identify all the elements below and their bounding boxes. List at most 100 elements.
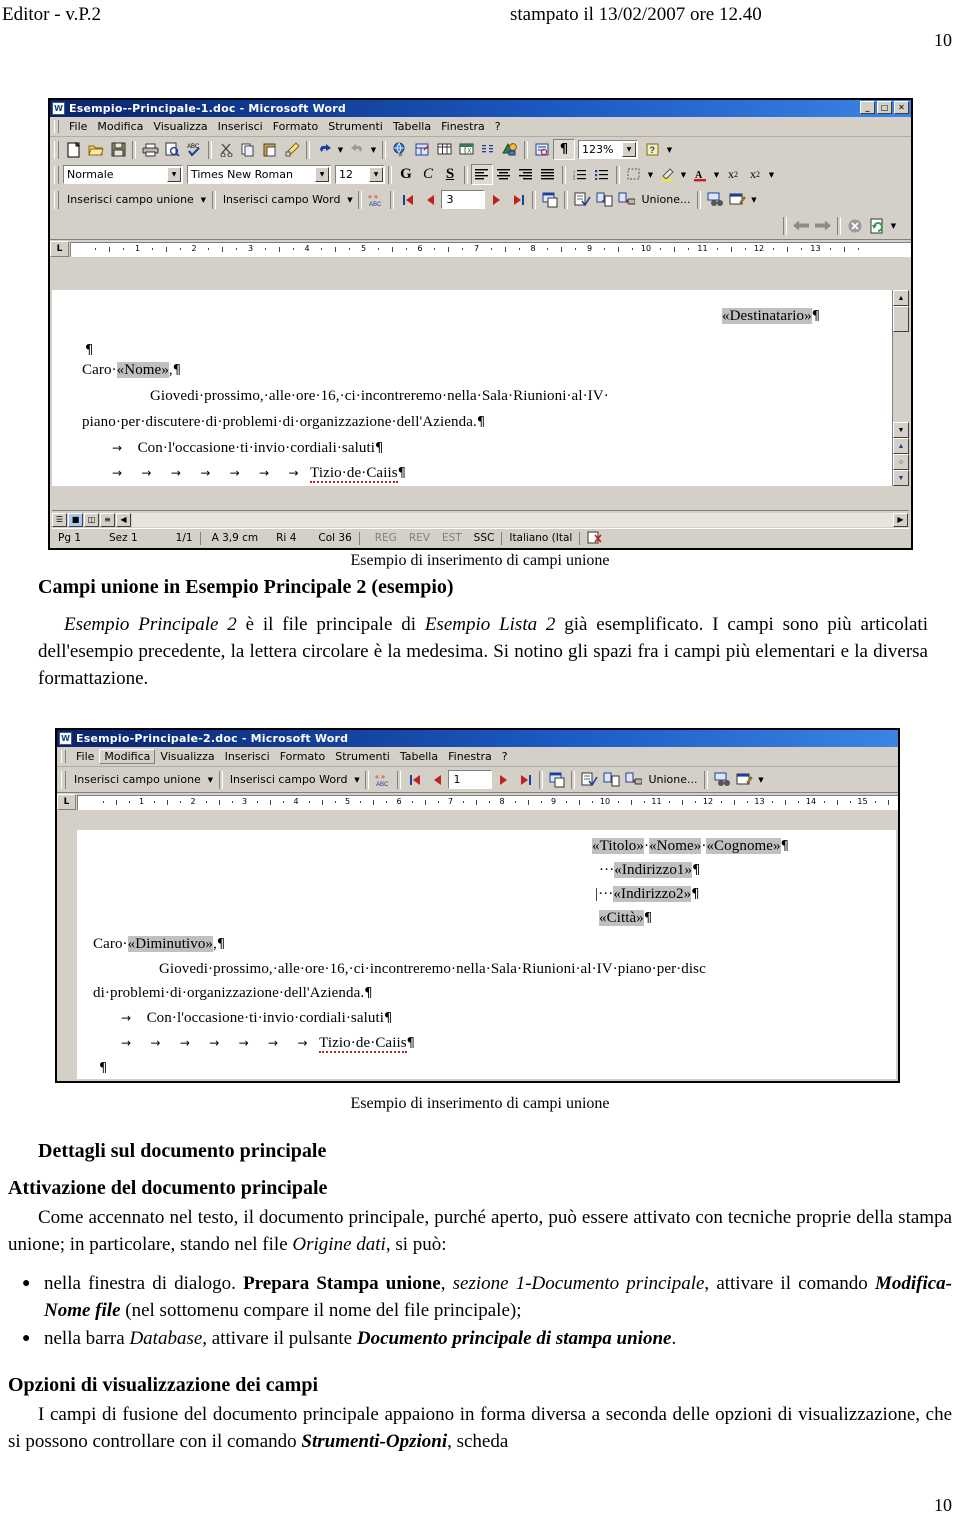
insert-hyperlink-icon[interactable] [389, 139, 411, 160]
bold-button[interactable]: G [395, 164, 417, 185]
align-left-icon[interactable] [471, 164, 493, 185]
print-preview-icon[interactable] [161, 139, 183, 160]
next-page-button[interactable]: ▼ [893, 470, 909, 486]
formatting-toolbar-1[interactable]: Normale ▼ Times New Roman ▼ 12 ▼ G C S 1… [50, 162, 911, 187]
mailmerge-toolbar-1[interactable]: Inserisci campo unione ▼ Inserisci campo… [50, 187, 911, 212]
document-map-icon[interactable] [531, 139, 553, 160]
print-layout-view-icon[interactable]: ◫ [84, 512, 99, 527]
outline-view-icon[interactable]: ≡ [100, 512, 115, 527]
scroll-up-button[interactable]: ▲ [893, 290, 909, 306]
find-binoculars-icon[interactable] [711, 769, 733, 790]
menu-strumenti[interactable]: Strumenti [323, 119, 388, 134]
web-toolbar-icon[interactable] [411, 139, 433, 160]
merge-to-printer-icon[interactable] [622, 769, 644, 790]
stop-icon[interactable] [844, 215, 866, 236]
status-ovr[interactable]: SSC [468, 531, 501, 546]
chevron-down-icon[interactable]: ▼ [315, 167, 329, 182]
chevron-down-icon[interactable]: ▼ [205, 769, 216, 790]
document-canvas-1[interactable]: «Destinatario»¶ ¶ Caro·«Nome»,¶ Giovedi·… [52, 290, 909, 486]
tab-stop-left-icon[interactable]: L [50, 241, 69, 257]
toolbar-grip[interactable] [61, 770, 66, 789]
status-rec[interactable]: REG [361, 531, 403, 546]
tab-stop-left-icon[interactable]: L [57, 794, 76, 810]
select-browse-object-button[interactable]: ○ [893, 454, 909, 470]
underline-button[interactable]: S [439, 164, 461, 185]
help-icon[interactable]: ? [642, 139, 664, 160]
menubar-1[interactable]: File Modifica Visualizza Inserisci Forma… [50, 117, 911, 137]
first-record-icon[interactable] [397, 189, 419, 210]
menu-file[interactable]: File [71, 749, 99, 764]
menu-tabella[interactable]: Tabella [388, 119, 436, 134]
menu-help[interactable]: ? [497, 749, 513, 764]
forward-arrow-icon[interactable] [812, 215, 834, 236]
merge-button[interactable]: Unione... [644, 771, 701, 788]
last-record-icon[interactable] [514, 769, 536, 790]
merge-button[interactable]: Unione... [637, 191, 694, 208]
maximize-button[interactable]: □ [877, 101, 892, 114]
document-canvas-2[interactable]: «Titolo»·«Nome»·«Cognome»¶ ···«Indirizzo… [77, 830, 896, 1079]
find-binoculars-icon[interactable] [704, 189, 726, 210]
toolbar-overflow-arrow-icon[interactable]: ▼ [888, 215, 899, 236]
first-record-icon[interactable] [404, 769, 426, 790]
view-merged-data-abc-icon[interactable]: « » ABC [365, 189, 387, 210]
insert-word-field-button[interactable]: Inserisci campo Word [226, 771, 352, 788]
columns-icon[interactable] [477, 139, 499, 160]
hscroll-right-button[interactable]: ▶ [893, 512, 908, 527]
italic-button[interactable]: C [417, 164, 439, 185]
refresh-icon[interactable] [866, 215, 888, 236]
menu-file[interactable]: File [64, 119, 92, 134]
edit-data-source-icon[interactable] [726, 189, 748, 210]
format-painter-icon[interactable] [281, 139, 303, 160]
web-layout-view-icon[interactable]: ■ [68, 512, 83, 527]
hscroll-left-button[interactable]: ◀ [116, 512, 131, 527]
minimize-button[interactable]: _ [860, 101, 875, 114]
insert-merge-field-button[interactable]: Inserisci campo unione [63, 191, 198, 208]
check-errors-icon[interactable] [571, 189, 593, 210]
toolbar-overflow-arrow-icon[interactable]: ▼ [766, 164, 777, 185]
chevron-down-icon[interactable]: ▼ [198, 189, 209, 210]
record-number-input[interactable]: 1 [448, 770, 493, 789]
menu-inserisci[interactable]: Inserisci [213, 119, 268, 134]
merge-to-document-icon[interactable] [593, 189, 615, 210]
menu-finestra[interactable]: Finestra [436, 119, 490, 134]
menu-modifica[interactable]: Modifica [92, 119, 148, 134]
next-record-icon[interactable] [485, 189, 507, 210]
paste-icon[interactable] [259, 139, 281, 160]
menu-formato[interactable]: Formato [275, 749, 331, 764]
font-color-icon[interactable]: A [689, 164, 711, 185]
horizontal-ruler-1[interactable]: L 1 2 3 4 5 6 7 8 9 10 11 12 13 [50, 239, 911, 258]
find-record-icon[interactable] [546, 769, 568, 790]
ruler-strip-1[interactable]: 1 2 3 4 5 6 7 8 9 10 11 12 13 [70, 241, 911, 257]
menu-visualizza[interactable]: Visualizza [155, 749, 219, 764]
font-combo[interactable]: Times New Roman ▼ [187, 165, 331, 184]
toolbar-grip[interactable] [54, 190, 59, 209]
open-folder-icon[interactable] [85, 139, 107, 160]
status-language[interactable]: Italiano (Ital [503, 531, 578, 546]
status-rev[interactable]: REV [403, 531, 436, 546]
previous-page-button[interactable]: ▲ [893, 438, 909, 454]
status-est[interactable]: EST [436, 531, 468, 546]
toolbar-overflow-arrow-icon[interactable]: ▼ [664, 139, 675, 160]
font-color-dropdown-arrow-icon[interactable]: ▼ [711, 164, 722, 185]
next-record-icon[interactable] [492, 769, 514, 790]
last-record-icon[interactable] [507, 189, 529, 210]
edit-data-source-icon[interactable] [733, 769, 755, 790]
menu-help[interactable]: ? [490, 119, 506, 134]
menu-strumenti[interactable]: Strumenti [330, 749, 395, 764]
word-window-1[interactable]: W Esempio--Principale-1.doc - Microsoft … [48, 98, 913, 550]
cut-scissors-icon[interactable] [215, 139, 237, 160]
record-number-input[interactable]: 3 [441, 190, 486, 209]
insert-word-field-button[interactable]: Inserisci campo Word [219, 191, 345, 208]
hscroll-track[interactable] [132, 512, 893, 527]
merge-to-document-icon[interactable] [600, 769, 622, 790]
subscript-icon[interactable]: x2 [744, 164, 766, 185]
web-toolbar-1[interactable]: ▼ [50, 212, 911, 239]
font-size-combo[interactable]: 12 ▼ [335, 165, 385, 184]
chevron-down-icon[interactable]: ▼ [167, 167, 181, 182]
menu-inserisci[interactable]: Inserisci [220, 749, 275, 764]
highlight-icon[interactable] [656, 164, 678, 185]
undo-dropdown-arrow-icon[interactable]: ▼ [335, 139, 346, 160]
menubar-grip[interactable] [54, 120, 59, 133]
toolbar-overflow-arrow-icon[interactable]: ▼ [748, 189, 759, 210]
insert-excel-sheet-icon[interactable]: X [455, 139, 477, 160]
